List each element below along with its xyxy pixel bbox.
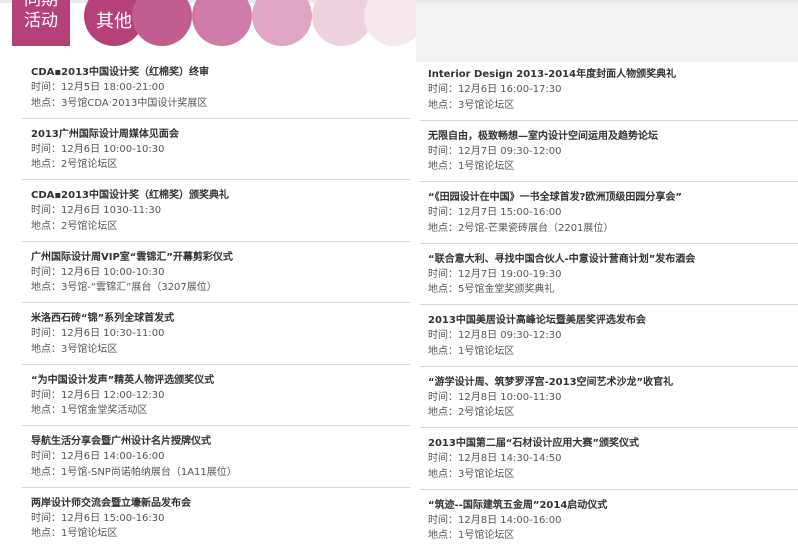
event-title[interactable]: 广州国际设计周VIP室“雲锦汇”开幕剪彩仪式 [31, 242, 416, 265]
event-time: 时间：12月8日 09:30-12:30 [428, 330, 562, 341]
event-time: 时间：12月7日 15:00-16:00 [428, 207, 562, 218]
event-time: 时间：12月8日 10:00-11:30 [428, 391, 562, 403]
event-place: 地点：1号馆论坛区 [31, 528, 118, 539]
tab-blank[interactable] [132, 0, 192, 46]
event-place: 地点：3号馆CDA·2013中国设计奖展区 [31, 97, 208, 109]
event-item: “筑迹--国际建筑五金周”2014启动仪式 时间：12月8日 14:00-16:0… [420, 490, 798, 552]
event-title[interactable]: “《田园设计在中国》一书全球首发?欧洲顶级田园分享会” [428, 182, 798, 205]
event-place: 地点：2号馆论坛区 [31, 159, 118, 170]
event-title[interactable]: CDA▪2013中国设计奖（红棉奖）颁奖典礼 [31, 180, 416, 203]
event-time: 时间：12月6日 15:00-16:30 [31, 512, 165, 524]
tab-other-label: 其他 [96, 11, 132, 32]
event-place: 地点：3号馆论坛区 [428, 468, 515, 480]
event-place: 地点：1号馆-SNP尚诺帕纳展台（1A11展位） [31, 466, 237, 478]
event-item: “联合意大利、寻找中国合伙人-中意设计营商计划”发布酒会 时间：12月7日 19:… [420, 244, 798, 305]
tab-blank[interactable] [252, 0, 312, 46]
event-place: 地点：2号馆论坛区 [31, 220, 118, 232]
event-item: “《田园设计在中国》一书全球首发?欧洲顶级田园分享会” 时间：12月7日 15:0… [420, 182, 798, 244]
event-place: 地点：1号馆金堂奖活动区 [31, 405, 148, 416]
event-title[interactable]: 米洛西石砖“锦”系列全球首发式 [31, 303, 416, 326]
event-time: 时间：12月7日 09:30-12:00 [428, 145, 562, 157]
tab-blank[interactable] [312, 0, 372, 46]
tab-concurrent-events[interactable]: 同期 活动 [12, 0, 70, 46]
event-title[interactable]: “联合意大利、寻找中国合伙人-中意设计营商计划”发布酒会 [428, 244, 798, 267]
event-time: 时间：12月6日 10:30-11:00 [31, 328, 165, 339]
event-time: 时间：12月6日 10:00-10:30 [31, 143, 165, 155]
event-time: 时间：12月8日 14:00-16:00 [428, 514, 562, 526]
event-item: 两岸设计师交流会暨立壕新品发布会 时间：12月6日 15:00-16:30 地点：1… [22, 488, 416, 550]
event-title[interactable]: “游学设计周、筑梦罗浮宫-2013空间艺术沙龙”收官礼 [428, 367, 798, 390]
event-place: 地点：3号馆-“雲锦汇”展台（3207展位） [31, 282, 217, 293]
event-time: 时间：12月6日 1030-11:30 [31, 205, 162, 216]
event-title[interactable]: 2013中国第二届“石材设计应用大赛”颁奖仪式 [428, 428, 798, 451]
event-place: 地点：1号馆论坛区 [428, 530, 515, 541]
events-column-right: Interior Design 2013-2014年度封面人物颁奖典礼时间：12… [420, 59, 798, 551]
tab-blank[interactable] [364, 0, 416, 46]
event-place: 地点：2号馆-芒果瓷砖展台（2201展位） [428, 222, 614, 234]
event-title[interactable]: “筑迹--国际建筑五金周”2014启动仪式 [428, 490, 798, 513]
event-item: 无限自由，极致畅想—室内设计空间运用及趋势论坛 时间：12月7日 09:30-12… [420, 121, 798, 182]
event-item: “为中国设计发声”精英人物评选颁奖仪式 时间：12月6日 12:00-12:30 地… [22, 365, 416, 426]
event-title[interactable]: CDA▪2013中国设计奖（红棉奖）终审 [31, 57, 416, 80]
event-title[interactable]: 无限自由，极致畅想—室内设计空间运用及趋势论坛 [428, 121, 798, 144]
event-time: 时间：12月6日 12:00-12:30 [31, 389, 165, 401]
tab-blank[interactable] [192, 0, 252, 46]
event-title[interactable]: 导航生活分享会暨广州设计名片授牌仪式 [31, 426, 416, 449]
event-item: 2013中国第二届“石材设计应用大赛”颁奖仪式时间：12月8日 14:30-14… [420, 428, 798, 490]
event-time: 时间：12月8日 14:30-14:50 [428, 453, 562, 464]
event-time: 时间：12月6日 16:00-17:30 [428, 84, 562, 95]
event-time: 时间：12月7日 19:00-19:30 [428, 268, 562, 280]
event-item: 米洛西石砖“锦”系列全球首发式时间：12月6日 10:30-11:00 地点：3号… [22, 303, 416, 365]
event-item: 广州国际设计周VIP室“雲锦汇”开幕剪彩仪式 时间：12月6日 10:00-10:… [22, 242, 416, 303]
events-column-left: CDA▪2013中国设计奖（红棉奖）终审时间：12月5日 18:00-21:00… [22, 57, 416, 549]
event-item: 导航生活分享会暨广州设计名片授牌仪式时间：12月6日 14:00-16:00 地点… [22, 426, 416, 488]
event-item: 2013广州国际设计周媒体见面会 时间：12月6日 10:00-10:30 地点：2… [22, 119, 416, 180]
event-item: CDA▪2013中国设计奖（红棉奖）颁奖典礼时间：12月6日 1030-11:3… [22, 180, 416, 242]
event-place: 地点：5号馆金堂奖颁奖典礼 [428, 284, 555, 295]
event-place: 地点：2号馆论坛区 [428, 407, 515, 418]
tab-bar: 其他 同期 活动 [12, 0, 416, 46]
event-title[interactable]: Interior Design 2013-2014年度封面人物颁奖典礼 [428, 59, 798, 82]
tab-concurrent-events-label: 同期 活动 [24, 0, 58, 31]
event-title[interactable]: 两岸设计师交流会暨立壕新品发布会 [31, 488, 416, 511]
event-title[interactable]: 2013中国美居设计高峰论坛暨美居奖评选发布会 [428, 305, 798, 328]
event-item: Interior Design 2013-2014年度封面人物颁奖典礼时间：12… [420, 59, 798, 121]
event-item: “游学设计周、筑梦罗浮宫-2013空间艺术沙龙”收官礼 时间：12月8日 10:0… [420, 367, 798, 428]
header-blank-panel [416, 3, 798, 62]
event-title[interactable]: 2013广州国际设计周媒体见面会 [31, 119, 416, 142]
event-place: 地点：1号馆论坛区 [428, 161, 515, 172]
event-item: 2013中国美居设计高峰论坛暨美居奖评选发布会时间：12月8日 09:30-12… [420, 305, 798, 367]
event-title[interactable]: “为中国设计发声”精英人物评选颁奖仪式 [31, 365, 416, 388]
event-time: 时间：12月5日 18:00-21:00 [31, 82, 165, 93]
event-item: CDA▪2013中国设计奖（红棉奖）终审时间：12月5日 18:00-21:00… [22, 57, 416, 119]
event-place: 地点：3号馆论坛区 [428, 99, 515, 111]
event-place: 地点：1号馆论坛区 [428, 345, 515, 357]
event-place: 地点：3号馆论坛区 [31, 343, 118, 355]
event-time: 时间：12月6日 14:00-16:00 [31, 451, 165, 462]
event-time: 时间：12月6日 10:00-10:30 [31, 266, 165, 278]
